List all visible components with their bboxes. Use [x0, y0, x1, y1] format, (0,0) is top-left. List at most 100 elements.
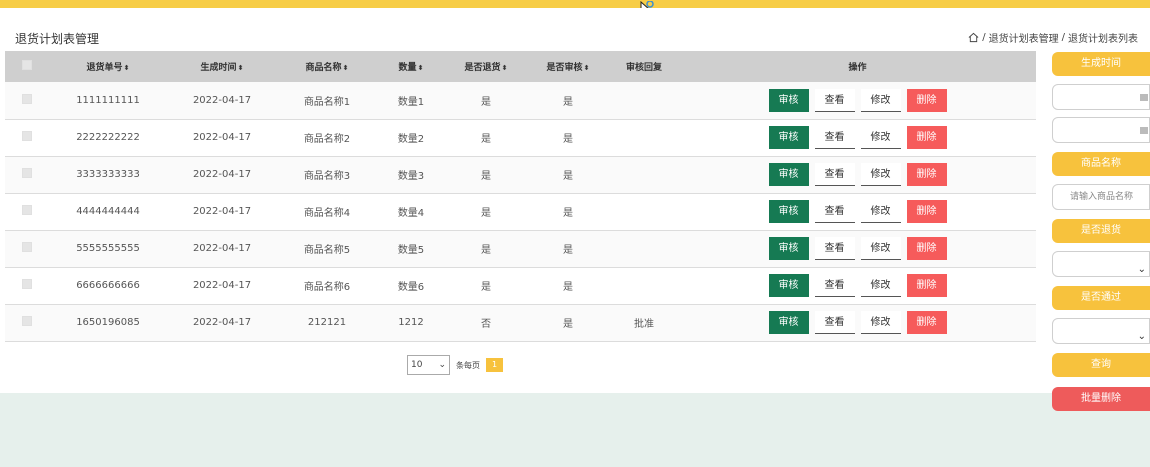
audit-button[interactable]: 审核: [768, 237, 809, 260]
row-checkbox[interactable]: [22, 93, 32, 104]
search-button[interactable]: 查询: [1052, 353, 1150, 377]
product-name-label: 商品名称: [1052, 152, 1150, 176]
breadcrumb-item-list: 退货计划表列表: [1068, 34, 1138, 45]
delete-button[interactable]: 删除: [906, 88, 947, 112]
product-name-cell: 商品名称2: [303, 134, 351, 145]
reply-cell: [609, 193, 679, 230]
col-header-audited[interactable]: 是否审核⬍: [527, 51, 609, 82]
edit-button[interactable]: 修改: [860, 126, 901, 149]
audit-button[interactable]: 审核: [768, 200, 809, 223]
page-size-select[interactable]: 10 ⌄: [407, 355, 450, 375]
audit-button[interactable]: 审核: [768, 274, 809, 297]
select-all-checkbox[interactable]: [22, 60, 32, 70]
audited-cell: 是: [563, 282, 573, 293]
audited-cell: 是: [563, 319, 573, 330]
returned-cell: 是: [481, 134, 491, 145]
edit-button[interactable]: 修改: [860, 311, 901, 334]
delete-button[interactable]: 删除: [906, 126, 947, 149]
row-checkbox[interactable]: [22, 205, 32, 215]
table-row: 1111111111 2022-04-17 商品名称1 数量1 是 是 审核 查看 修改 删除: [5, 82, 1036, 119]
pagination: 10 ⌄ 条每页 1: [407, 355, 503, 375]
qty-cell: 数量1: [397, 96, 425, 108]
audited-cell: 是: [563, 208, 573, 219]
col-header-product-name[interactable]: 商品名称⬍: [277, 51, 377, 82]
gen-time-cell: 2022-04-17: [192, 169, 252, 180]
page-button-current[interactable]: 1: [486, 358, 503, 372]
return-plan-table: 退货单号⬍ 生成时间⬍ 商品名称⬍ 数量⬍ 是否退货⬍ 是否审核⬍ 审核回复 操…: [5, 51, 1036, 342]
actions-cell: 审核 查看 修改 删除: [679, 193, 1036, 230]
returned-cell: 是: [481, 208, 491, 219]
col-header-return-no[interactable]: 退货单号⬍: [49, 51, 167, 82]
reply-cell: [609, 82, 679, 119]
gen-time-cell: 2022-04-17: [192, 94, 252, 106]
calendar-icon: [1140, 127, 1148, 134]
view-button[interactable]: 查看: [814, 274, 855, 297]
qty-cell: 1212: [398, 317, 424, 328]
delete-button[interactable]: 删除: [906, 311, 947, 334]
delete-button[interactable]: 删除: [906, 163, 947, 186]
returned-select[interactable]: ⌄: [1052, 251, 1150, 277]
col-header-reply: 审核回复: [625, 63, 662, 73]
returned-cell: 是: [481, 171, 491, 182]
return-no-cell: 3333333333: [76, 169, 140, 180]
col-header-gen-time[interactable]: 生成时间⬍: [167, 51, 277, 82]
row-checkbox[interactable]: [22, 131, 32, 141]
product-name-cell: 商品名称1: [303, 96, 351, 108]
view-button[interactable]: 查看: [814, 237, 855, 260]
passed-label: 是否通过: [1052, 286, 1150, 310]
audited-cell: 是: [563, 96, 573, 108]
breadcrumb-item-manage[interactable]: 退货计划表管理: [989, 30, 1059, 45]
home-icon[interactable]: [968, 32, 979, 43]
sort-icon: ⬍: [342, 64, 349, 72]
gen-time-cell: 2022-04-17: [192, 206, 252, 217]
row-checkbox[interactable]: [22, 279, 32, 289]
audit-button[interactable]: 审核: [768, 88, 809, 112]
view-button[interactable]: 查看: [814, 200, 855, 223]
batch-delete-button[interactable]: 批量删除: [1052, 387, 1150, 411]
returned-cell: 是: [481, 245, 491, 256]
top-accent-bar: [0, 0, 1150, 8]
sort-icon: ⬍: [237, 64, 244, 72]
edit-button[interactable]: 修改: [860, 88, 901, 112]
view-button[interactable]: 查看: [814, 126, 855, 149]
delete-button[interactable]: 删除: [906, 274, 947, 297]
edit-button[interactable]: 修改: [860, 200, 901, 223]
row-checkbox[interactable]: [22, 168, 32, 178]
audited-cell: 是: [563, 134, 573, 145]
delete-button[interactable]: 删除: [906, 237, 947, 260]
gen-time-cell: 2022-04-17: [192, 317, 252, 328]
product-name-cell: 商品名称6: [303, 282, 351, 293]
qty-cell: 数量2: [397, 134, 425, 145]
col-header-returned[interactable]: 是否退货⬍: [445, 51, 527, 82]
row-checkbox[interactable]: [22, 242, 32, 252]
table-row: 2222222222 2022-04-17 商品名称2 数量2 是 是 审核 查看 修改 删除: [5, 119, 1036, 156]
edit-button[interactable]: 修改: [860, 237, 901, 260]
view-button[interactable]: 查看: [814, 88, 855, 112]
passed-select[interactable]: ⌄: [1052, 318, 1150, 344]
edit-button[interactable]: 修改: [860, 163, 901, 186]
chevron-down-icon: ⌄: [438, 360, 446, 370]
col-header-qty[interactable]: 数量⬍: [377, 51, 445, 82]
audit-button[interactable]: 审核: [768, 311, 809, 334]
view-button[interactable]: 查看: [814, 163, 855, 186]
audit-button[interactable]: 审核: [768, 126, 809, 149]
view-button[interactable]: 查看: [814, 311, 855, 334]
edit-button[interactable]: 修改: [860, 274, 901, 297]
product-name-cell: 商品名称4: [303, 208, 351, 219]
reply-cell: [609, 267, 679, 304]
table-header-row: 退货单号⬍ 生成时间⬍ 商品名称⬍ 数量⬍ 是否退货⬍ 是否审核⬍ 审核回复 操…: [5, 51, 1036, 82]
row-checkbox[interactable]: [22, 316, 32, 326]
return-no-cell: 1650196085: [76, 317, 140, 328]
actions-cell: 审核 查看 修改 删除: [679, 119, 1036, 156]
gen-time-start-input[interactable]: [1052, 84, 1150, 110]
per-page-label: 条每页: [456, 360, 480, 370]
product-name-input[interactable]: 请输入商品名称: [1052, 184, 1150, 210]
audited-cell: 是: [563, 171, 573, 182]
gen-time-end-input[interactable]: [1052, 117, 1150, 143]
reply-cell: [609, 156, 679, 193]
delete-button[interactable]: 删除: [906, 200, 947, 223]
audit-button[interactable]: 审核: [768, 163, 809, 186]
qty-cell: 数量4: [397, 208, 425, 219]
product-name-cell: 商品名称3: [303, 171, 351, 182]
returned-cell: 否: [481, 319, 491, 330]
